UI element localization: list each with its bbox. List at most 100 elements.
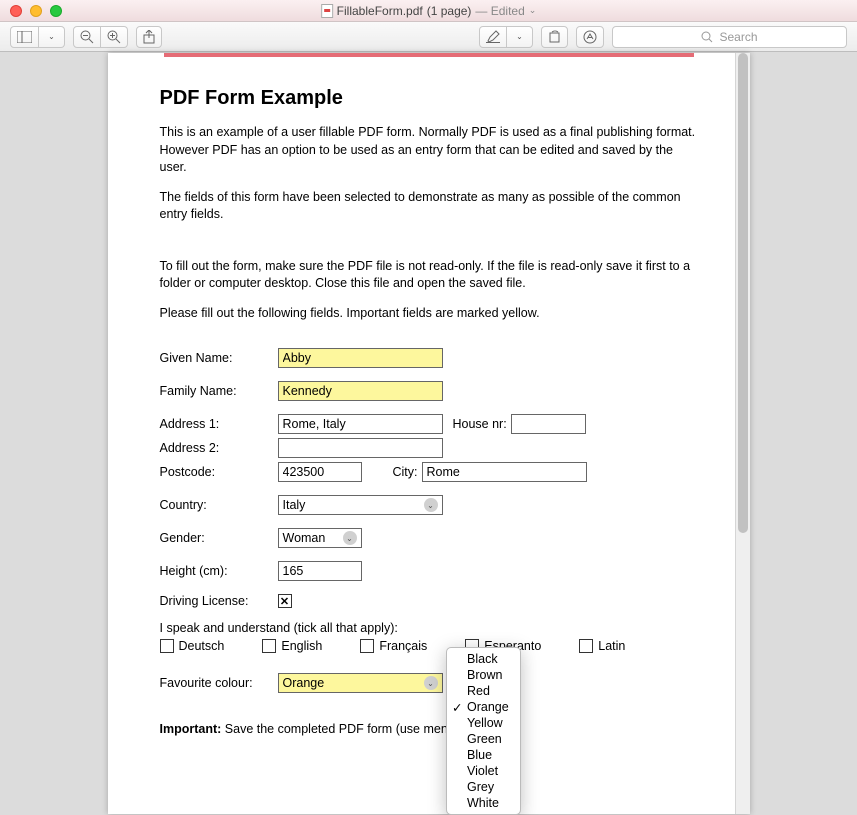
pdf-file-icon xyxy=(321,4,333,18)
house-nr-field[interactable] xyxy=(511,414,586,434)
colour-option[interactable]: Blue xyxy=(447,747,520,763)
colour-option[interactable]: Green xyxy=(447,731,520,747)
given-name-field[interactable] xyxy=(278,348,443,368)
lang-latin-label: Latin xyxy=(598,639,625,653)
gender-value: Woman xyxy=(283,531,326,545)
family-name-field[interactable] xyxy=(278,381,443,401)
row-driving: Driving License: ✕ xyxy=(160,594,698,608)
label-given-name: Given Name: xyxy=(160,351,278,365)
label-house-nr: House nr: xyxy=(453,417,507,431)
language-row: Deutsch English Français Esperanto Latin xyxy=(160,639,698,653)
intro-p3: To fill out the form, make sure the PDF … xyxy=(160,258,698,293)
zoom-out-button[interactable] xyxy=(73,26,101,48)
sidebar-menu-button[interactable]: ⌄ xyxy=(39,26,65,48)
important-label: Important: xyxy=(160,722,222,736)
zoom-in-icon xyxy=(107,30,121,44)
colour-option[interactable]: Black xyxy=(447,651,520,667)
highlight-menu-button[interactable]: ⌄ xyxy=(507,26,533,48)
colour-dropdown-menu[interactable]: Black Brown Red Orange Yellow Green Blue… xyxy=(446,647,521,815)
share-icon xyxy=(143,30,155,44)
intro-p2: The fields of this form have been select… xyxy=(160,189,698,224)
search-placeholder: Search xyxy=(719,30,757,44)
address1-field[interactable] xyxy=(278,414,443,434)
city-field[interactable] xyxy=(422,462,587,482)
colour-option[interactable]: Violet xyxy=(447,763,520,779)
window-controls xyxy=(10,5,62,17)
gender-select[interactable]: Woman ⌄ xyxy=(278,528,362,548)
pdf-page: PDF Form Example This is an example of a… xyxy=(108,53,750,814)
colour-option[interactable]: Orange xyxy=(447,699,520,715)
title-status: — Edited xyxy=(475,4,524,18)
sidebar-view-segment: ⌄ xyxy=(10,26,65,48)
row-country: Country: Italy ⌄ xyxy=(160,495,698,515)
maximize-window-button[interactable] xyxy=(50,5,62,17)
country-select[interactable]: Italy ⌄ xyxy=(278,495,443,515)
share-button[interactable] xyxy=(136,26,162,48)
label-gender: Gender: xyxy=(160,531,278,545)
lang-francais-checkbox[interactable] xyxy=(360,639,374,653)
colour-option[interactable]: Red xyxy=(447,683,520,699)
zoom-out-icon xyxy=(80,30,94,44)
colour-option[interactable]: Grey xyxy=(447,779,520,795)
scrollbar-thumb[interactable] xyxy=(738,53,748,533)
lang-intro: I speak and understand (tick all that ap… xyxy=(160,621,698,635)
label-driving: Driving License: xyxy=(160,594,278,608)
minimize-window-button[interactable] xyxy=(30,5,42,17)
label-city: City: xyxy=(362,465,418,479)
page-title: PDF Form Example xyxy=(160,87,698,110)
close-window-button[interactable] xyxy=(10,5,22,17)
lang-deutsch-label: Deutsch xyxy=(179,639,225,653)
markup-button[interactable] xyxy=(576,26,604,48)
window-title: FillableForm.pdf (1 page) — Edited ⌄ xyxy=(321,4,537,18)
height-field[interactable] xyxy=(278,561,362,581)
lang-english-checkbox[interactable] xyxy=(262,639,276,653)
row-gender: Gender: Woman ⌄ xyxy=(160,528,698,548)
row-address2: Address 2: xyxy=(160,438,698,458)
titlebar: FillableForm.pdf (1 page) — Edited ⌄ xyxy=(0,0,857,22)
address2-field[interactable] xyxy=(278,438,443,458)
label-height: Height (cm): xyxy=(160,564,278,578)
row-address1: Address 1: House nr: xyxy=(160,414,698,434)
highlighter-icon xyxy=(486,30,500,43)
lang-latin-checkbox[interactable] xyxy=(579,639,593,653)
label-family-name: Family Name: xyxy=(160,384,278,398)
search-icon xyxy=(701,31,713,43)
important-rest: Save the completed PDF form (use menu xyxy=(221,722,454,736)
country-value: Italy xyxy=(283,498,306,512)
zoom-in-button[interactable] xyxy=(101,26,128,48)
rotate-button[interactable] xyxy=(541,26,568,48)
label-address1: Address 1: xyxy=(160,417,278,431)
sidebar-toggle-button[interactable] xyxy=(10,26,39,48)
row-given-name: Given Name: xyxy=(160,348,698,368)
lang-english-label: English xyxy=(281,639,322,653)
label-postcode: Postcode: xyxy=(160,465,278,479)
highlight-segment: ⌄ xyxy=(479,26,533,48)
title-filename: FillableForm.pdf xyxy=(337,4,423,18)
colour-option[interactable]: Brown xyxy=(447,667,520,683)
search-field[interactable]: Search xyxy=(612,26,847,48)
colour-option[interactable]: White xyxy=(447,795,520,811)
label-colour: Favourite colour: xyxy=(160,676,278,690)
label-address2: Address 2: xyxy=(160,441,278,455)
colour-option[interactable]: Yellow xyxy=(447,715,520,731)
lang-deutsch-checkbox[interactable] xyxy=(160,639,174,653)
highlight-button[interactable] xyxy=(479,26,507,48)
chevron-down-icon: ⌄ xyxy=(424,498,438,512)
colour-value: Orange xyxy=(283,676,325,690)
document-viewport: PDF Form Example This is an example of a… xyxy=(0,52,857,814)
row-postcode-city: Postcode: City: xyxy=(160,462,698,482)
lang-francais-label: Français xyxy=(379,639,427,653)
driving-checkbox[interactable]: ✕ xyxy=(278,594,292,608)
label-country: Country: xyxy=(160,498,278,512)
header-rule xyxy=(164,53,694,57)
intro-p4: Please fill out the following fields. Im… xyxy=(160,305,698,323)
toolbar: ⌄ ⌄ Search xyxy=(0,22,857,52)
chevron-down-icon: ⌄ xyxy=(343,531,357,545)
chevron-down-icon: ⌄ xyxy=(424,676,438,690)
important-note: Important: Save the completed PDF form (… xyxy=(160,721,698,739)
colour-select[interactable]: Orange ⌄ xyxy=(278,673,443,693)
sidebar-icon xyxy=(17,31,32,43)
title-chevron-icon[interactable]: ⌄ xyxy=(529,5,537,16)
page-scrollbar[interactable] xyxy=(735,53,750,814)
postcode-field[interactable] xyxy=(278,462,362,482)
